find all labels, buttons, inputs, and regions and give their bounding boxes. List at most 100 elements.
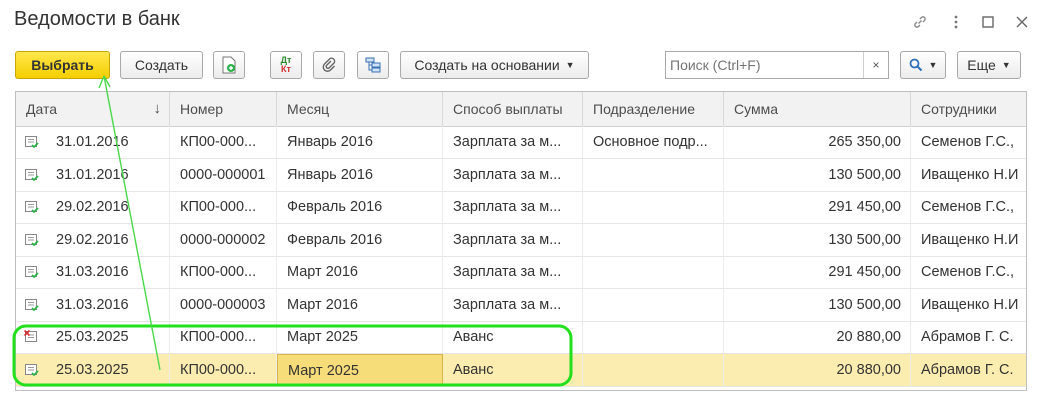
cell-dept [583, 256, 724, 288]
table-row[interactable]: 31.01.2016 0000-000001 Январь 2016 Зарплата… [16, 158, 1026, 192]
create-button[interactable]: Создать [120, 51, 203, 79]
column-header-employees[interactable]: Сотрудники [911, 92, 1026, 126]
paperclip-icon [322, 57, 336, 72]
document-posted-icon [25, 136, 39, 149]
table-row[interactable]: 29.02.2016 КП00-000... Февраль 2016 Зарплат… [16, 191, 1026, 224]
table-row[interactable]: 25.03.2025 КП00-000... Март 2025 Аванс 20 88… [16, 321, 1026, 354]
cell-date: 29.02.2016 [16, 223, 170, 256]
cell-method: Зарплата за м... [443, 191, 583, 223]
cell-number: КП00-000... [170, 353, 277, 386]
more-vertical-icon[interactable] [946, 12, 966, 32]
document-posted-icon [25, 168, 39, 181]
column-header-date[interactable]: Дата ↓ [16, 92, 170, 126]
cell-sum: 291 450,00 [724, 256, 911, 288]
cell-date: 31.01.2016 [16, 126, 170, 158]
column-header-payment-method[interactable]: Способ выплаты [443, 92, 583, 126]
clear-search-button[interactable]: × [863, 52, 888, 78]
cell-employees: Семенов Г.С., [911, 256, 1026, 288]
cell-month: Март 2025 [277, 321, 443, 353]
cell-sum: 130 500,00 [724, 288, 911, 321]
attach-button[interactable] [313, 51, 345, 79]
maximize-icon[interactable] [978, 12, 998, 32]
document-posted-icon [25, 233, 39, 246]
column-header-number[interactable]: Номер [170, 92, 277, 126]
cell-method: Зарплата за м... [443, 223, 583, 256]
window-title: Ведомости в банк [14, 8, 180, 30]
cell-date: 31.01.2016 [16, 158, 170, 191]
cell-number: КП00-000... [170, 126, 277, 158]
cell-month: Март 2016 [277, 256, 443, 288]
table-row[interactable]: 29.02.2016 0000-000002 Февраль 2016 Зарплат… [16, 223, 1026, 257]
kt-label: Кт [281, 64, 291, 74]
cell-method: Зарплата за м... [443, 256, 583, 288]
table-row[interactable]: 31.01.2016 КП00-000... Январь 2016 Зарплата… [16, 126, 1026, 159]
cell-employees: Семенов Г.С., [911, 126, 1026, 158]
statements-table: Дата ↓ Номер Месяц Способ выплаты Подраз… [15, 91, 1027, 391]
structure-button[interactable] [357, 51, 389, 79]
cell-number: 0000-000002 [170, 223, 277, 256]
close-icon[interactable] [1012, 12, 1032, 32]
table-row[interactable]: 25.03.2025 КП00-000... Март 2025 Аванс 20 88… [16, 353, 1026, 387]
cell-employees: Иващенко Н.И [911, 224, 1026, 256]
cell-number: КП00-000... [170, 191, 277, 223]
cell-number: КП00-000... [170, 321, 277, 353]
cell-method: Зарплата за м... [443, 158, 583, 191]
more-label: Еще [967, 57, 996, 73]
cell-employees: Семенов Г.С., [911, 191, 1026, 223]
cell-sum: 20 880,00 [724, 353, 911, 386]
sort-desc-icon: ↓ [153, 100, 162, 117]
search-options-button[interactable]: ▼ [900, 51, 946, 79]
cell-method: Аванс [443, 321, 583, 353]
cell-sum: 291 450,00 [724, 191, 911, 223]
cell-dept [583, 223, 724, 256]
cell-date: 25.03.2025 [16, 353, 170, 386]
dt-kt-button[interactable]: Дт Кт [270, 51, 302, 79]
hierarchy-icon [365, 57, 381, 73]
create-based-on-label: Создать на основании [414, 57, 560, 73]
document-deleted-icon [24, 330, 37, 342]
column-header-month[interactable]: Месяц [277, 92, 443, 126]
cell-employees: Иващенко Н.И [911, 289, 1026, 321]
cell-month: Март 2025 [277, 353, 443, 386]
cell-dept: Основное подр... [583, 126, 724, 158]
cell-number: КП00-000... [170, 256, 277, 288]
chevron-down-icon: ▼ [565, 60, 575, 70]
document-add-icon [222, 56, 236, 74]
cell-method: Аванс [443, 353, 583, 386]
cell-dept [583, 321, 724, 353]
cell-sum: 265 350,00 [724, 126, 911, 158]
cell-sum: 130 500,00 [724, 158, 911, 191]
cell-sum: 20 880,00 [724, 321, 911, 353]
cell-number: 0000-000001 [170, 158, 277, 191]
search-box: × [665, 51, 889, 79]
search-input[interactable] [666, 52, 864, 78]
document-posted-icon [25, 266, 39, 279]
document-posted-icon [25, 201, 39, 214]
document-posted-icon [25, 298, 39, 311]
table-row[interactable]: 31.03.2016 0000-000003 Март 2016 Зарплата з… [16, 288, 1026, 322]
cell-dept [583, 191, 724, 223]
cell-employees: Иващенко Н.И [911, 159, 1026, 191]
create-based-on-button[interactable]: Создать на основании ▼ [400, 51, 589, 79]
cell-date: 29.02.2016 [16, 191, 170, 223]
select-button[interactable]: Выбрать [15, 51, 110, 79]
link-icon[interactable] [910, 12, 930, 32]
cell-date: 31.03.2016 [16, 288, 170, 321]
cell-date: 25.03.2025 [16, 321, 170, 353]
table-header: Дата ↓ Номер Месяц Способ выплаты Подраз… [16, 92, 1026, 127]
create-copy-button[interactable] [213, 51, 245, 79]
cell-dept [583, 288, 724, 321]
cell-employees: Абрамов Г. С. [911, 321, 1026, 353]
column-header-sum[interactable]: Сумма [724, 92, 911, 126]
cell-employees: Абрамов Г. С. [911, 354, 1026, 386]
cell-date: 31.03.2016 [16, 256, 170, 288]
document-posted-icon [25, 363, 39, 376]
column-header-department[interactable]: Подразделение [583, 92, 724, 126]
more-button[interactable]: Еще ▼ [957, 51, 1021, 79]
cell-month: Февраль 2016 [277, 191, 443, 223]
cell-month: Март 2016 [277, 288, 443, 321]
table-row[interactable]: 31.03.2016 КП00-000... Март 2016 Зарплата з… [16, 256, 1026, 289]
chevron-down-icon: ▼ [928, 60, 938, 70]
cell-month: Февраль 2016 [277, 223, 443, 256]
cell-month: Январь 2016 [277, 126, 443, 158]
